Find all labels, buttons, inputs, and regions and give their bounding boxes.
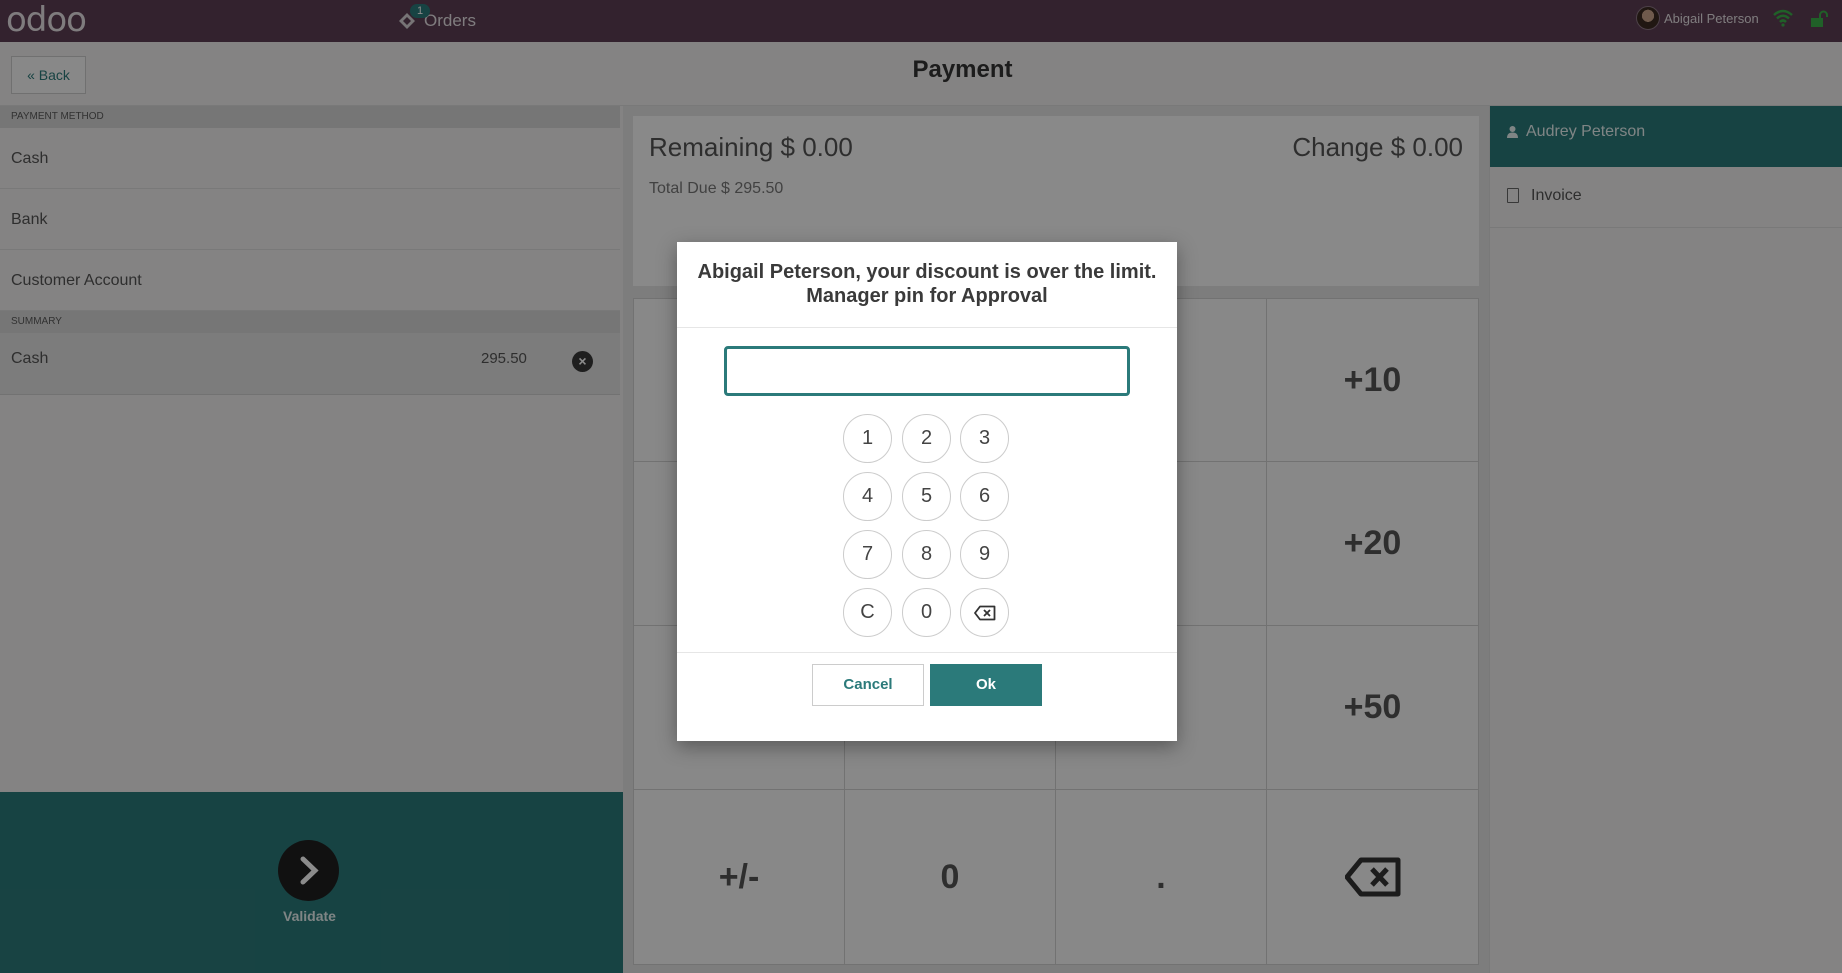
manager-pin-dialog: Abigail Peterson, your discount is over …: [677, 242, 1177, 741]
pin-key-1[interactable]: 1: [843, 414, 892, 463]
divider: [677, 327, 1177, 328]
divider: [677, 652, 1177, 653]
pin-key-6[interactable]: 6: [960, 472, 1009, 521]
pin-key-3[interactable]: 3: [960, 414, 1009, 463]
cancel-button[interactable]: Cancel: [812, 664, 924, 706]
ok-button[interactable]: Ok: [930, 664, 1042, 706]
dialog-title: Abigail Peterson, your discount is over …: [677, 260, 1177, 308]
dialog-title-line-2: Manager pin for Approval: [806, 285, 1048, 307]
pin-key-8[interactable]: 8: [902, 530, 951, 579]
pin-key-9[interactable]: 9: [960, 530, 1009, 579]
pin-key-4[interactable]: 4: [843, 472, 892, 521]
pin-key-5[interactable]: 5: [902, 472, 951, 521]
pin-key-2[interactable]: 2: [902, 414, 951, 463]
pin-key-backspace[interactable]: [960, 588, 1009, 637]
pin-key-0[interactable]: 0: [902, 588, 951, 637]
backspace-icon: [973, 605, 995, 621]
pin-key-7[interactable]: 7: [843, 530, 892, 579]
pin-input[interactable]: [724, 346, 1130, 396]
pin-key-clear[interactable]: C: [843, 588, 892, 637]
dialog-title-line-1: Abigail Peterson, your discount is over …: [697, 261, 1157, 283]
